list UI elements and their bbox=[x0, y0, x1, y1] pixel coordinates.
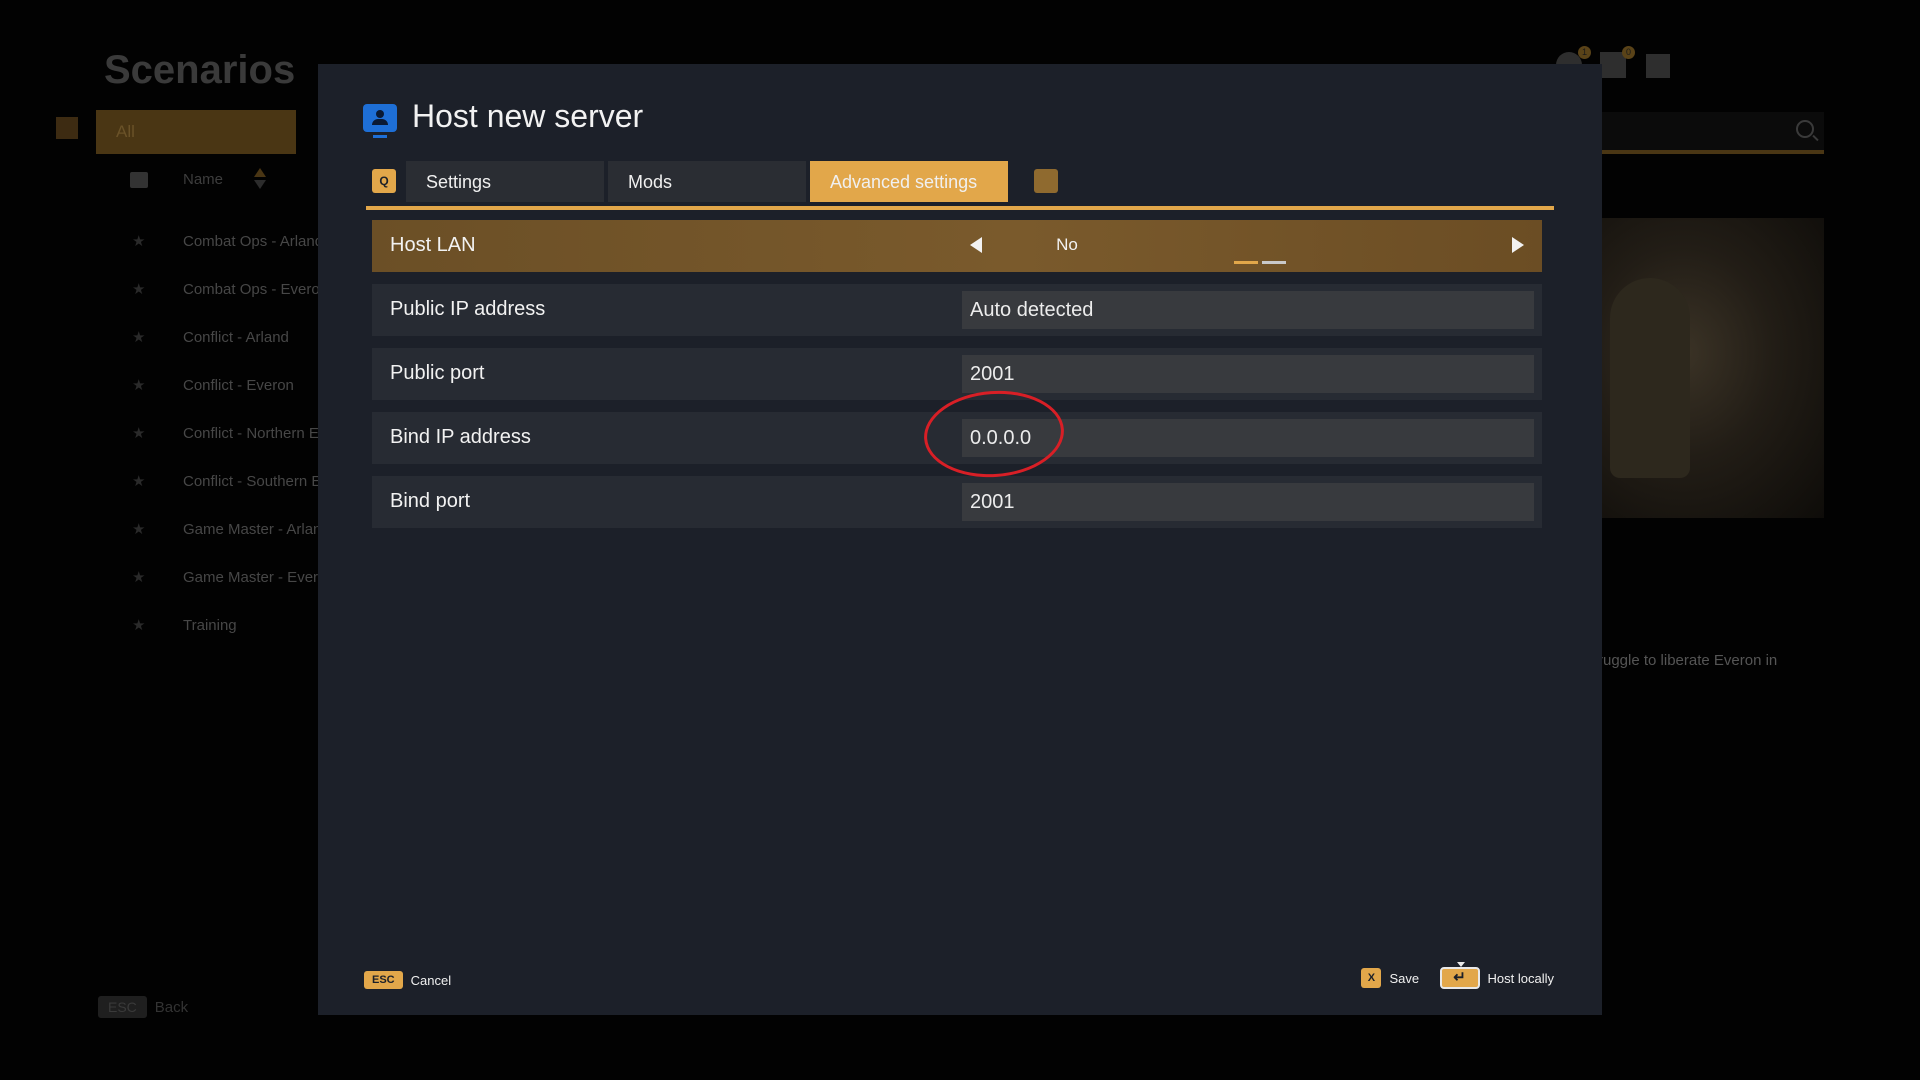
scenario-name: Game Master - Arland bbox=[183, 521, 330, 538]
host-server-dialog: Host new server Q Settings Mods Advanced… bbox=[318, 64, 1602, 1015]
bind-port-row: Bind port 2001 bbox=[372, 476, 1542, 528]
list-item[interactable]: ★ Conflict - Southern Ev bbox=[130, 470, 330, 500]
public-port-row: Public port 2001 bbox=[372, 348, 1542, 400]
e-key-icon[interactable] bbox=[1034, 169, 1058, 193]
star-icon[interactable]: ★ bbox=[132, 616, 145, 634]
list-item[interactable]: ★ Combat Ops - Arland bbox=[130, 230, 330, 260]
star-icon[interactable]: ★ bbox=[132, 328, 145, 346]
sort-up-icon[interactable] bbox=[254, 168, 266, 177]
bind-ip-label: Bind IP address bbox=[390, 426, 531, 448]
option-indicator-other bbox=[1262, 261, 1286, 264]
search-icon bbox=[1796, 120, 1814, 138]
filter-key-icon bbox=[56, 117, 78, 139]
star-icon[interactable]: ★ bbox=[132, 280, 145, 298]
enter-key-icon: ↵ bbox=[1439, 962, 1480, 989]
filter-tab-label: All bbox=[116, 122, 135, 141]
list-item[interactable]: ★ Conflict - Arland bbox=[130, 326, 330, 356]
public-port-field[interactable]: 2001 bbox=[962, 355, 1534, 393]
host-locally-label: Host locally bbox=[1487, 970, 1554, 986]
esc-key-icon: ESC bbox=[364, 971, 403, 989]
search-bar[interactable] bbox=[1600, 112, 1824, 154]
notification-badge: 1 bbox=[1578, 46, 1591, 59]
tab-advanced-settings[interactable]: Advanced settings bbox=[810, 161, 1008, 202]
scenario-name: Game Master - Everon bbox=[183, 569, 335, 586]
tab-mods[interactable]: Mods bbox=[608, 161, 806, 202]
thumbs-up-icon[interactable] bbox=[130, 172, 148, 188]
mods-badge: 0 bbox=[1622, 46, 1635, 59]
scenarios-title: Scenarios bbox=[104, 48, 296, 92]
filter-tab-all[interactable]: All bbox=[96, 110, 296, 154]
save-button[interactable]: X Save bbox=[1361, 968, 1420, 988]
bind-port-field[interactable]: 2001 bbox=[962, 483, 1534, 521]
option-indicator-selected bbox=[1234, 261, 1258, 264]
bind-port-label: Bind port bbox=[390, 490, 471, 512]
star-icon[interactable]: ★ bbox=[132, 424, 145, 442]
list-item[interactable]: ★ Game Master - Everon bbox=[130, 566, 335, 596]
back-label: Back bbox=[154, 999, 189, 1016]
scenario-name: Conflict - Everon bbox=[183, 377, 294, 394]
scenario-name: Combat Ops - Everon bbox=[183, 281, 329, 298]
scenario-preview-image bbox=[1590, 218, 1824, 518]
arrow-right-icon[interactable] bbox=[1512, 237, 1524, 253]
dialog-title: Host new server bbox=[412, 98, 644, 134]
save-label: Save bbox=[1389, 970, 1420, 986]
list-header: Name bbox=[130, 168, 330, 192]
public-ip-field[interactable]: Auto detected bbox=[962, 291, 1534, 329]
news-icon[interactable] bbox=[1646, 54, 1670, 78]
list-item[interactable]: ★ Game Master - Arland bbox=[130, 518, 330, 548]
public-ip-label: Public IP address bbox=[390, 298, 546, 320]
list-item[interactable]: ★ Training bbox=[130, 614, 330, 644]
public-port-label: Public port bbox=[390, 362, 485, 384]
list-item[interactable]: ★ Conflict - Everon bbox=[130, 374, 330, 404]
list-item[interactable]: ★ Combat Ops - Everon bbox=[130, 278, 330, 308]
footer-actions: X Save ↵ Host locally bbox=[1361, 962, 1554, 989]
star-icon[interactable]: ★ bbox=[132, 520, 145, 538]
tab-settings[interactable]: Settings bbox=[406, 161, 604, 202]
public-ip-row: Public IP address Auto detected bbox=[372, 284, 1542, 336]
host-lan-value: No bbox=[1056, 235, 1078, 254]
list-item[interactable]: ★ Conflict - Northern Ev bbox=[130, 422, 330, 452]
q-key-icon[interactable]: Q bbox=[372, 169, 396, 193]
cancel-button[interactable]: ESC Cancel bbox=[364, 971, 451, 989]
star-icon[interactable]: ★ bbox=[132, 232, 145, 250]
cancel-label: Cancel bbox=[410, 972, 452, 988]
soldier-figure bbox=[1610, 278, 1690, 478]
esc-key-icon: ESC bbox=[98, 996, 147, 1018]
monitor-user-icon bbox=[363, 104, 397, 138]
option-indicator bbox=[1234, 261, 1286, 265]
host-lan-row[interactable]: Host LAN No bbox=[372, 220, 1542, 272]
back-button[interactable]: ESC Back bbox=[98, 996, 188, 1018]
scenario-description: ruggle to liberate Everon in bbox=[1598, 652, 1778, 669]
sort-down-icon[interactable] bbox=[254, 180, 266, 189]
tab-bar: Q Settings Mods Advanced settings bbox=[366, 161, 1554, 210]
star-icon[interactable]: ★ bbox=[132, 472, 145, 490]
star-icon[interactable]: ★ bbox=[132, 568, 145, 586]
star-icon[interactable]: ★ bbox=[132, 376, 145, 394]
column-name[interactable]: Name bbox=[183, 171, 223, 188]
x-key-icon: X bbox=[1361, 968, 1382, 988]
scenario-name: Conflict - Arland bbox=[183, 329, 289, 346]
scenario-name: Training bbox=[183, 617, 237, 634]
host-locally-button[interactable]: ↵ Host locally bbox=[1424, 962, 1554, 989]
scenario-name: Conflict - Northern Ev bbox=[183, 425, 327, 442]
scenario-name: Combat Ops - Arland bbox=[183, 233, 324, 250]
scenario-name: Conflict - Southern Ev bbox=[183, 473, 329, 490]
